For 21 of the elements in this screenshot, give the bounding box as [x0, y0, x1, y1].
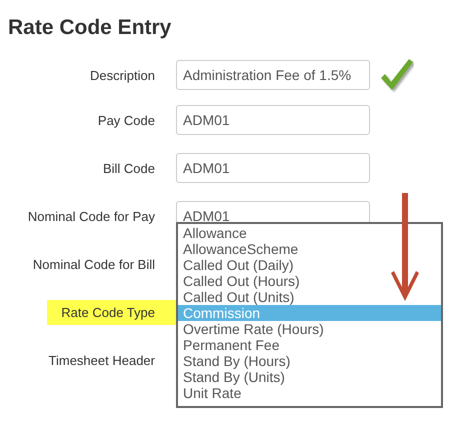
- dropdown-option[interactable]: Called Out (Hours): [178, 273, 441, 289]
- page-title: Rate Code Entry: [8, 15, 172, 41]
- dropdown-option[interactable]: Stand By (Units): [178, 369, 441, 385]
- dropdown-option[interactable]: Unit Rate: [178, 385, 441, 401]
- dropdown-option[interactable]: Permanent Fee: [178, 337, 441, 353]
- field-label: Description: [88, 66, 156, 85]
- dropdown-option[interactable]: Stand By (Hours): [178, 353, 441, 369]
- dropdown-option[interactable]: Called Out (Daily): [178, 257, 441, 273]
- text-field[interactable]: ADM01: [176, 105, 370, 135]
- field-label: Pay Code: [96, 112, 156, 130]
- dropdown-option[interactable]: Called Out (Units): [178, 289, 441, 305]
- field-label: Timesheet Header: [48, 352, 156, 370]
- field-label: Bill Code: [102, 160, 156, 178]
- field-label: Rate Code Type: [47, 300, 176, 324]
- dropdown-option[interactable]: Overtime Rate (Hours): [178, 321, 441, 337]
- field-label: Nominal Code for Pay: [26, 208, 156, 226]
- dropdown-option[interactable]: AllowanceScheme: [178, 241, 441, 257]
- arrow-icon: [390, 193, 420, 303]
- field-label: Nominal Code for Bill: [32, 256, 156, 274]
- text-field[interactable]: ADM01: [176, 153, 370, 183]
- text-field[interactable]: Administration Fee of 1.5%: [176, 60, 370, 90]
